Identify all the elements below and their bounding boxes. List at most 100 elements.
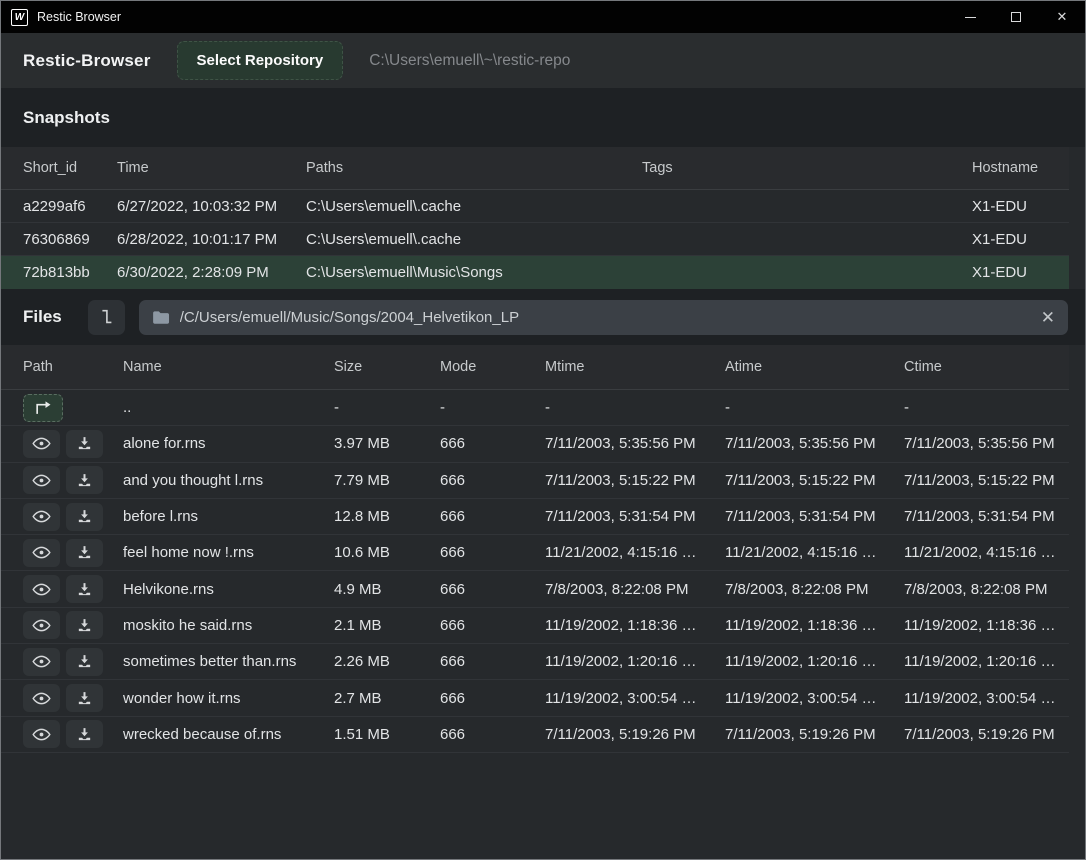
eye-icon xyxy=(32,616,51,635)
file-atime: 7/11/2003, 5:31:54 PM xyxy=(725,508,904,525)
file-ctime: 11/19/2002, 1:20:16 … xyxy=(904,653,1069,670)
window-title: Restic Browser xyxy=(37,10,121,24)
row-actions xyxy=(23,394,123,422)
file-atime: 11/19/2002, 3:00:54 … xyxy=(725,690,904,707)
download-icon xyxy=(76,653,93,670)
preview-file-button[interactable] xyxy=(23,648,60,676)
eye-icon xyxy=(32,725,51,744)
current-path-bar[interactable]: /C/Users/emuell/Music/Songs/2004_Helveti… xyxy=(139,300,1068,335)
file-atime: 7/11/2003, 5:35:56 PM xyxy=(725,435,904,452)
snapshot-short-id: 72b813bb xyxy=(23,264,117,281)
download-icon xyxy=(76,472,93,489)
files-current-path: /C/Users/emuell/Music/Songs/2004_Helveti… xyxy=(180,309,1031,326)
folder-icon xyxy=(152,310,170,325)
parent-directory-button[interactable] xyxy=(23,394,63,422)
download-file-button[interactable] xyxy=(66,466,103,494)
file-name: before l.rns xyxy=(123,508,334,525)
download-icon xyxy=(76,617,93,634)
snapshot-paths: C:\Users\emuell\.cache xyxy=(306,198,642,215)
minimize-button[interactable] xyxy=(947,1,993,33)
files-section-header: Files /C/Users/emuell/Music/Songs/2004_H… xyxy=(1,289,1085,345)
preview-file-button[interactable] xyxy=(23,611,60,639)
file-mode: 666 xyxy=(440,508,545,525)
files-table-header: PathNameSizeModeMtimeAtimeCtime xyxy=(1,345,1069,390)
file-mtime: 11/19/2002, 1:18:36 … xyxy=(545,617,725,634)
preview-file-button[interactable] xyxy=(23,539,60,567)
file-ctime: 11/19/2002, 1:18:36 … xyxy=(904,617,1069,634)
snapshot-short-id: a2299af6 xyxy=(23,198,117,215)
app-window: W Restic Browser ✕ Restic-Browser Select… xyxy=(0,0,1086,860)
file-mode: 666 xyxy=(440,726,545,743)
file-name: moskito he said.rns xyxy=(123,617,334,634)
snapshot-row[interactable]: a2299af66/27/2022, 10:03:32 PMC:\Users\e… xyxy=(1,190,1069,223)
preview-file-button[interactable] xyxy=(23,575,60,603)
column-header-atime: Atime xyxy=(725,359,904,375)
file-atime: 7/8/2003, 8:22:08 PM xyxy=(725,581,904,598)
download-file-button[interactable] xyxy=(66,539,103,567)
file-mode: 666 xyxy=(440,653,545,670)
file-size: - xyxy=(334,399,440,416)
titlebar: W Restic Browser ✕ xyxy=(1,1,1085,33)
column-header-mode: Mode xyxy=(440,359,545,375)
set-root-path-button[interactable] xyxy=(88,300,125,335)
snapshot-time: 6/28/2022, 10:01:17 PM xyxy=(117,231,306,248)
files-table-body: ..----- alone for.rns3.97 MB6667/11/2003… xyxy=(1,390,1069,753)
download-file-button[interactable] xyxy=(66,684,103,712)
file-atime: 11/19/2002, 1:18:36 … xyxy=(725,617,904,634)
download-file-button[interactable] xyxy=(66,430,103,458)
close-button[interactable]: ✕ xyxy=(1039,1,1085,33)
column-header-paths: Paths xyxy=(306,160,642,176)
select-repository-button[interactable]: Select Repository xyxy=(177,41,344,80)
file-ctime: 11/21/2002, 4:15:16 … xyxy=(904,544,1069,561)
file-ctime: - xyxy=(904,399,1069,416)
files-title: Files xyxy=(23,307,62,327)
file-ctime: 7/11/2003, 5:35:56 PM xyxy=(904,435,1069,452)
download-file-button[interactable] xyxy=(66,720,103,748)
file-atime: 7/11/2003, 5:15:22 PM xyxy=(725,472,904,489)
download-file-button[interactable] xyxy=(66,503,103,531)
eye-icon xyxy=(32,543,51,562)
file-mtime: 11/19/2002, 1:20:16 … xyxy=(545,653,725,670)
file-atime: - xyxy=(725,399,904,416)
file-name: wonder how it.rns xyxy=(123,690,334,707)
column-header-path: Path xyxy=(23,359,123,375)
snapshot-hostname: X1-EDU xyxy=(972,264,1069,281)
row-actions xyxy=(23,430,123,458)
download-icon xyxy=(76,690,93,707)
arrow-up-right-icon xyxy=(33,400,53,416)
snapshot-row[interactable]: 763068696/28/2022, 10:01:17 PMC:\Users\e… xyxy=(1,223,1069,256)
download-icon xyxy=(76,581,93,598)
snapshots-table-header: Short_idTimePathsTagsHostname xyxy=(1,147,1069,190)
preview-file-button[interactable] xyxy=(23,430,60,458)
snapshot-time: 6/30/2022, 2:28:09 PM xyxy=(117,264,306,281)
eye-icon xyxy=(32,507,51,526)
download-file-button[interactable] xyxy=(66,648,103,676)
maximize-button[interactable] xyxy=(993,1,1039,33)
file-name: alone for.rns xyxy=(123,435,334,452)
file-row: feel home now !.rns10.6 MB66611/21/2002,… xyxy=(1,535,1069,571)
file-name: .. xyxy=(123,399,334,416)
file-mode: 666 xyxy=(440,472,545,489)
snapshot-short-id: 76306869 xyxy=(23,231,117,248)
download-file-button[interactable] xyxy=(66,611,103,639)
preview-file-button[interactable] xyxy=(23,720,60,748)
file-ctime: 11/19/2002, 3:00:54 … xyxy=(904,690,1069,707)
row-actions xyxy=(23,720,123,748)
column-header-name: Name xyxy=(123,359,334,375)
close-icon: ✕ xyxy=(1041,308,1055,327)
preview-file-button[interactable] xyxy=(23,684,60,712)
file-mtime: 7/11/2003, 5:31:54 PM xyxy=(545,508,725,525)
file-ctime: 7/11/2003, 5:31:54 PM xyxy=(904,508,1069,525)
preview-file-button[interactable] xyxy=(23,503,60,531)
file-atime: 11/21/2002, 4:15:16 … xyxy=(725,544,904,561)
download-file-button[interactable] xyxy=(66,575,103,603)
clear-path-button[interactable]: ✕ xyxy=(1041,309,1055,326)
column-header-time: Time xyxy=(117,160,306,176)
preview-file-button[interactable] xyxy=(23,466,60,494)
snapshot-row[interactable]: 72b813bb6/30/2022, 2:28:09 PMC:\Users\em… xyxy=(1,256,1069,289)
file-row: and you thought l.rns7.79 MB6667/11/2003… xyxy=(1,463,1069,499)
eye-icon xyxy=(32,580,51,599)
file-size: 3.97 MB xyxy=(334,435,440,452)
file-ctime: 7/8/2003, 8:22:08 PM xyxy=(904,581,1069,598)
file-mode: 666 xyxy=(440,581,545,598)
